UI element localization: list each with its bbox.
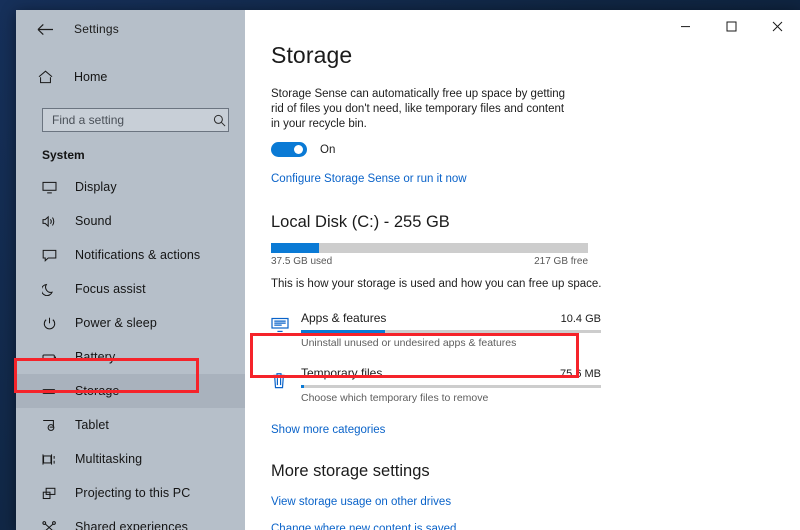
sidebar-item-multitasking[interactable]: Multitasking bbox=[16, 442, 245, 476]
trash-icon bbox=[271, 366, 301, 390]
storage-sense-toggle-row: On bbox=[271, 142, 800, 157]
sidebar-item-display[interactable]: Display bbox=[16, 170, 245, 204]
battery-icon bbox=[42, 351, 64, 364]
view-storage-usage-link[interactable]: View storage usage on other drives bbox=[271, 496, 800, 508]
configure-storage-sense-link[interactable]: Configure Storage Sense or run it now bbox=[271, 173, 467, 185]
maximize-button[interactable] bbox=[708, 10, 754, 42]
sidebar-item-shared-experiences[interactable]: Shared experiences bbox=[16, 510, 245, 530]
category-usage-fill bbox=[301, 385, 304, 388]
search-input[interactable] bbox=[43, 109, 213, 131]
app-title: Settings bbox=[74, 22, 119, 36]
apps-icon bbox=[271, 311, 301, 333]
main-content-pane: Storage Storage Sense can automatically … bbox=[245, 10, 800, 530]
local-disk-used-label: 37.5 GB used bbox=[271, 256, 333, 267]
harddrive-icon bbox=[42, 385, 64, 398]
moon-icon bbox=[42, 283, 64, 296]
sidebar-item-tablet[interactable]: Tablet bbox=[16, 408, 245, 442]
sidebar-nav: Display Sound Notifications & actions Fo… bbox=[16, 170, 245, 530]
storage-sense-toggle-label: On bbox=[320, 143, 336, 156]
sidebar-item-projecting-label: Projecting to this PC bbox=[75, 486, 191, 500]
category-size: 75.6 MB bbox=[560, 368, 601, 380]
more-storage-settings-title: More storage settings bbox=[271, 462, 430, 480]
local-disk-usage-bar bbox=[271, 243, 588, 253]
storage-settings-content: Storage Storage Sense can automatically … bbox=[245, 10, 800, 530]
sidebar-item-home[interactable]: Home bbox=[16, 60, 245, 94]
storage-category-list: Apps & features 10.4 GB Uninstall unused… bbox=[271, 306, 800, 410]
share-icon bbox=[42, 520, 64, 530]
category-usage-fill bbox=[301, 330, 385, 333]
storage-sense-description: Storage Sense can automatically free up … bbox=[271, 88, 566, 130]
storage-sense-toggle[interactable] bbox=[271, 142, 307, 157]
tablet-icon bbox=[42, 419, 64, 432]
category-body: Temporary files 75.6 MB Choose which tem… bbox=[301, 366, 601, 404]
sidebar-item-tablet-label: Tablet bbox=[75, 418, 109, 432]
window-controls bbox=[662, 10, 800, 42]
category-body: Apps & features 10.4 GB Uninstall unused… bbox=[301, 311, 601, 349]
category-usage-bar bbox=[301, 330, 601, 333]
sidebar-item-power-sleep[interactable]: Power & sleep bbox=[16, 306, 245, 340]
sidebar-item-sound-label: Sound bbox=[75, 214, 112, 228]
change-save-location-link[interactable]: Change where new content is saved bbox=[271, 523, 800, 530]
category-size: 10.4 GB bbox=[560, 313, 601, 325]
sidebar-item-focus-assist-label: Focus assist bbox=[75, 282, 146, 296]
back-arrow-icon[interactable] bbox=[30, 15, 60, 43]
local-disk-legend: 37.5 GB used 217 GB free bbox=[271, 256, 588, 267]
sidebar: Settings Home System bbox=[16, 10, 245, 530]
category-usage-bar bbox=[301, 385, 601, 388]
sidebar-item-notifications-label: Notifications & actions bbox=[75, 248, 201, 262]
sidebar-item-power-sleep-label: Power & sleep bbox=[75, 316, 157, 330]
local-disk-usage-fill bbox=[271, 243, 319, 253]
sidebar-item-focus-assist[interactable]: Focus assist bbox=[16, 272, 245, 306]
local-disk-title: Local Disk (C:) - 255 GB bbox=[271, 213, 450, 231]
category-head: Apps & features 10.4 GB bbox=[301, 311, 601, 325]
multitasking-icon bbox=[42, 453, 64, 466]
speaker-icon bbox=[42, 215, 64, 228]
sidebar-item-projecting[interactable]: Projecting to this PC bbox=[16, 476, 245, 510]
category-name: Temporary files bbox=[301, 366, 383, 380]
category-subtitle: Uninstall unused or undesired apps & fea… bbox=[301, 337, 517, 349]
settings-window: Settings Home System bbox=[16, 10, 800, 530]
category-head: Temporary files 75.6 MB bbox=[301, 366, 601, 380]
page-title: Storage bbox=[271, 42, 353, 68]
monitor-icon bbox=[42, 181, 64, 194]
sidebar-item-battery-label: Battery bbox=[75, 350, 116, 364]
sidebar-item-home-label: Home bbox=[74, 70, 108, 84]
sidebar-item-battery[interactable]: Battery bbox=[16, 340, 245, 374]
sidebar-item-sound[interactable]: Sound bbox=[16, 204, 245, 238]
home-icon bbox=[38, 70, 62, 84]
search-box[interactable] bbox=[42, 108, 229, 132]
sidebar-item-shared-experiences-label: Shared experiences bbox=[75, 520, 188, 530]
search-icon[interactable] bbox=[213, 114, 234, 127]
sidebar-item-notifications[interactable]: Notifications & actions bbox=[16, 238, 245, 272]
sidebar-item-multitasking-label: Multitasking bbox=[75, 452, 143, 466]
close-button[interactable] bbox=[754, 10, 800, 42]
toggle-knob bbox=[294, 145, 303, 154]
category-row-temporary-files[interactable]: Temporary files 75.6 MB Choose which tem… bbox=[271, 361, 601, 410]
minimize-button[interactable] bbox=[662, 10, 708, 42]
local-disk-hint: This is how your storage is used and how… bbox=[271, 278, 602, 290]
notification-icon bbox=[42, 249, 64, 262]
category-subtitle: Choose which temporary files to remove bbox=[301, 392, 489, 404]
sidebar-item-storage[interactable]: Storage bbox=[16, 374, 245, 408]
show-more-categories-link[interactable]: Show more categories bbox=[271, 424, 385, 436]
local-disk-free-label: 217 GB free bbox=[534, 256, 588, 267]
projecting-icon bbox=[42, 487, 64, 500]
sidebar-group-title: System bbox=[42, 148, 85, 162]
more-storage-settings-links: View storage usage on other drives Chang… bbox=[271, 496, 800, 530]
sidebar-titlebar: Settings bbox=[16, 10, 245, 48]
category-name: Apps & features bbox=[301, 311, 387, 325]
power-icon bbox=[42, 317, 64, 330]
sidebar-item-storage-label: Storage bbox=[75, 384, 120, 398]
category-row-apps-features[interactable]: Apps & features 10.4 GB Uninstall unused… bbox=[271, 306, 601, 355]
sidebar-item-display-label: Display bbox=[75, 180, 117, 194]
